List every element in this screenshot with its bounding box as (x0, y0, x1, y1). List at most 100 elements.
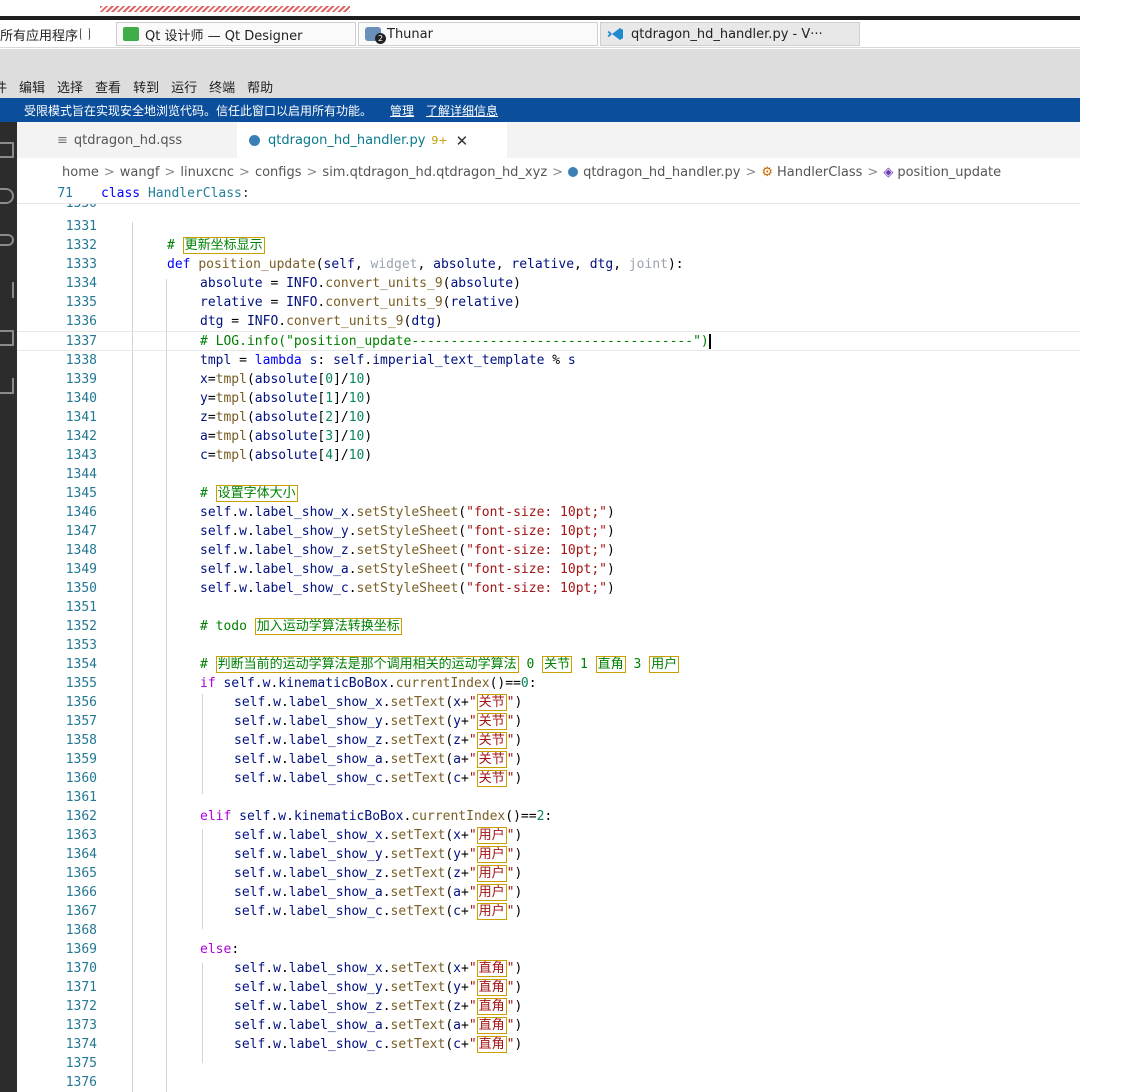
close-icon[interactable]: ✕ (456, 132, 469, 150)
menu-selection[interactable]: 选择 (57, 77, 83, 96)
taskbar-window-label: Thunar (387, 26, 433, 42)
manage-link[interactable]: 管理 (390, 102, 414, 119)
line-number: 1370 (65, 961, 97, 976)
text-cursor (708, 334, 711, 349)
line-number: 1353 (65, 638, 97, 653)
line-number: 1344 (65, 467, 97, 482)
taskbar-window-label: qtdragon_hd_handler.py - V··· (631, 26, 823, 42)
breadcrumb-item[interactable]: home (62, 165, 99, 180)
code-line: 1371 self.w.label_show_y.setText(y+" 直角 ") (17, 978, 1080, 997)
breadcrumb-separator: > (306, 164, 318, 180)
title-bar (0, 49, 1080, 74)
breadcrumb-separator: > (103, 164, 115, 180)
menu-terminal[interactable]: 终端 (209, 77, 235, 96)
search-icon[interactable] (0, 188, 14, 204)
line-number: 1366 (65, 885, 97, 900)
python-icon (249, 135, 260, 146)
line-number: 1364 (65, 847, 97, 862)
code-comment: # LOG.info("position_update-------------… (200, 334, 709, 349)
breadcrumb-item[interactable]: HandlerClass (777, 165, 862, 180)
code-string: 直角 (476, 998, 507, 1015)
breadcrumb-item[interactable]: wangf (120, 165, 160, 180)
activity-bar (0, 122, 17, 1092)
tab-qtdragon-hd-handler-py[interactable]: qtdragon_hd_handler.py 9+ ✕ (237, 122, 507, 159)
menu-file[interactable]: 件 (0, 77, 7, 96)
line-number: 1349 (65, 562, 97, 577)
apps-menu-button[interactable]: 所有应用程序 (0, 22, 96, 46)
taskbar-window-thunar[interactable]: 2 Thunar (358, 22, 598, 46)
menu-run[interactable]: 运行 (171, 77, 197, 96)
source-control-icon[interactable] (0, 234, 14, 246)
line-number: 1351 (65, 600, 97, 615)
code-line: 1352 # todo 加入运动学算法转换坐标 (17, 617, 1080, 636)
line-number: 1348 (65, 543, 97, 558)
code-line-current: 1337 # LOG.info("position_update---------… (17, 331, 1080, 351)
breadcrumb-item[interactable]: qtdragon_hd_handler.py (583, 165, 740, 180)
menu-edit[interactable]: 编辑 (19, 77, 45, 96)
code-string: 关节 (476, 770, 507, 787)
code-class-name: HandlerClass (147, 186, 242, 201)
line-number: 1350 (65, 581, 97, 596)
line-number: 1338 (65, 353, 97, 368)
code-number: 0 (520, 676, 529, 691)
code-comment: 设置字体大小 (215, 485, 298, 502)
code-string: 直角 (476, 979, 507, 996)
line-number: 1340 (65, 391, 97, 406)
testing-icon[interactable] (0, 378, 14, 394)
code-line: 1330 (17, 204, 1080, 213)
tab-qtdragon-hd-qss[interactable]: ≡ qtdragon_hd.qss (57, 122, 182, 158)
code-comment: 用户 (649, 656, 680, 673)
code-line: 1351 (17, 598, 1080, 617)
method-icon: ◈ (883, 164, 894, 180)
menu-view[interactable]: 查看 (95, 77, 121, 96)
code-string: 用户 (476, 827, 507, 844)
tab-label: qtdragon_hd_handler.py (268, 133, 426, 148)
code-line: 1369 else: (17, 940, 1080, 959)
sticky-scroll-line[interactable]: 71 class HandlerClass: (17, 184, 1080, 204)
code-line: 1357 self.w.label_show_y.setText(y+" 关节 ") (17, 712, 1080, 731)
explorer-icon[interactable] (0, 142, 14, 158)
menu-go[interactable]: 转到 (133, 77, 159, 96)
line-number: 1335 (65, 295, 97, 310)
code-line: 1370 self.w.label_show_x.setText(x+" 直角 ") (17, 959, 1080, 978)
breadcrumb-separator: > (745, 164, 757, 180)
menu-help[interactable]: 帮助 (247, 77, 273, 96)
taskbar-window-vscode[interactable]: qtdragon_hd_handler.py - V··· (600, 22, 860, 46)
problems-count: 9+ (431, 134, 448, 147)
code-line: 1367 self.w.label_show_c.setText(c+" 用户 ") (17, 902, 1080, 921)
breadcrumb-item[interactable]: position_update (897, 165, 1001, 180)
breadcrumb-item[interactable]: sim.qtdragon_hd.qtdragon_hd_xyz (322, 165, 547, 180)
breadcrumb-separator: > (239, 164, 250, 180)
extensions-icon[interactable] (0, 330, 14, 346)
line-number: 1345 (65, 486, 97, 501)
taskbar-window-qt-designer[interactable]: Qt 设计师 — Qt Designer (116, 22, 356, 46)
code-comment: 更新坐标显示 (182, 237, 265, 254)
breadcrumb-separator: > (164, 164, 176, 180)
line-number: 1375 (65, 1056, 97, 1071)
code-line: 1355 if self.w.kinematicBoBox.currentInde… (17, 674, 1080, 693)
line-number: 1332 (65, 238, 97, 253)
code-line: 1366 self.w.label_show_a.setText(a+" 用户 ") (17, 883, 1080, 902)
code-line: 1350 self.w.label_show_c.setStyleSheet("f… (17, 579, 1080, 598)
line-number: 1361 (65, 790, 97, 805)
code-line: 1331 (17, 217, 1080, 236)
code-string: "font-size: 10pt;" (466, 543, 608, 558)
code-string: 用户 (476, 884, 507, 901)
code-string: "font-size: 10pt;" (466, 524, 608, 539)
code-line: 1340 y=tmpl(absolute[1]/10) (17, 389, 1080, 408)
code-editor[interactable]: 1330 1331 1332# 更新坐标显示 1333def position_… (17, 204, 1080, 1092)
window-count-badge: 2 (375, 33, 386, 44)
code-comment: 0 (526, 657, 535, 672)
line-number: 1347 (65, 524, 97, 539)
code-line: 1332 # 更新坐标显示 (17, 236, 1080, 255)
code-line: 1365 self.w.label_show_z.setText(z+" 用户 ") (17, 864, 1080, 883)
line-number: 1363 (65, 828, 97, 843)
apps-menu-label: 所有应用程序 (0, 28, 79, 44)
line-number: 1354 (65, 657, 97, 672)
breadcrumb-item[interactable]: linuxcnc (180, 165, 234, 180)
learn-more-link[interactable]: 了解详细信息 (426, 102, 498, 119)
run-debug-icon[interactable] (0, 282, 14, 298)
line-number: 1336 (65, 314, 97, 329)
breadcrumb-item[interactable]: configs (255, 165, 302, 180)
line-number: 1339 (65, 372, 97, 387)
